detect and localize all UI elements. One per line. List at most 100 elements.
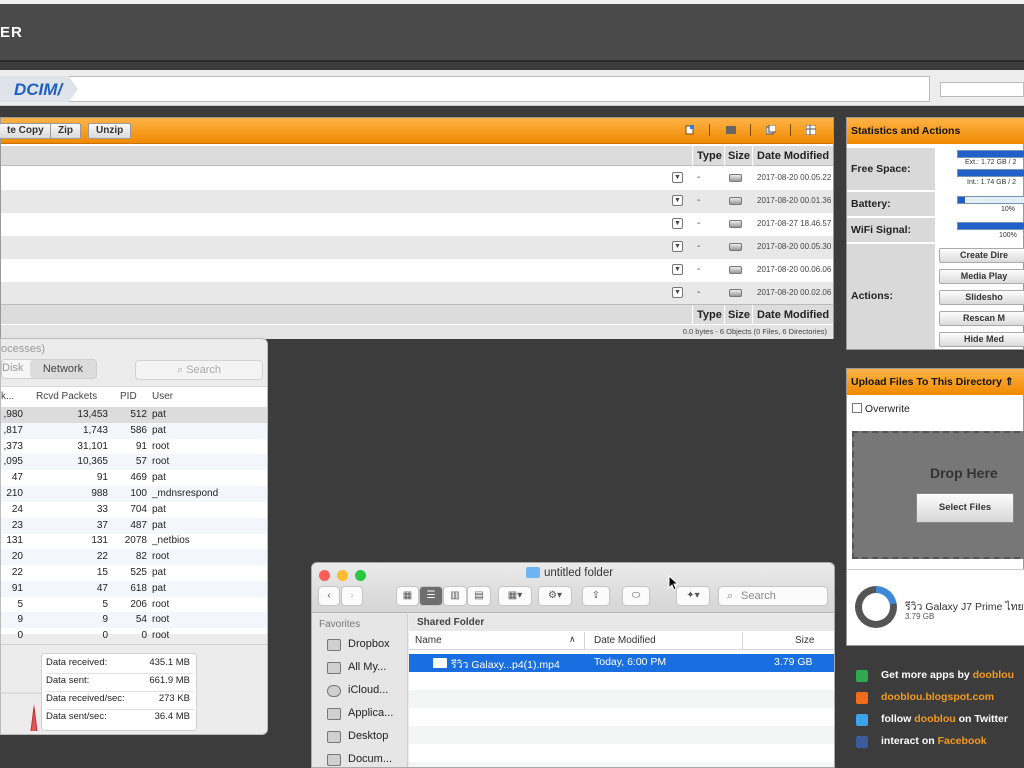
user-cell: root (152, 440, 170, 452)
table-row[interactable]: 22 15 525 pat (1, 565, 267, 581)
unzip-button[interactable]: Unzip (88, 123, 132, 139)
column-view-button[interactable]: ▥ (443, 586, 467, 606)
table-row[interactable]: 91 47 618 pat (1, 580, 267, 597)
table-row[interactable]: 5 5 206 root (1, 597, 267, 613)
date-column-header[interactable]: Date Modified (594, 635, 656, 646)
overwrite-option[interactable]: Overwrite (852, 403, 910, 415)
table-row[interactable]: 9 9 54 root (1, 612, 267, 629)
twitter-icon[interactable] (856, 714, 868, 726)
hide-media-button[interactable]: Hide Med (939, 332, 1024, 347)
breadcrumb-label[interactable]: DCIM/ (14, 80, 62, 100)
sidebar-item-all-my-files[interactable]: All My... (348, 661, 386, 673)
table-row[interactable]: ▼ - 2017-08-20 00.02.06 (1, 282, 833, 305)
sidebar-item-dropbox[interactable]: Dropbox (348, 638, 390, 650)
rcvd-packets-header[interactable]: Rcvd Packets (36, 391, 97, 402)
media-player-button[interactable]: Media Play (939, 269, 1024, 284)
twitter-link[interactable]: follow dooblou on Twitter (881, 713, 1008, 725)
table-row[interactable]: 20 22 82 root (1, 549, 267, 566)
path-input[interactable] (0, 76, 930, 102)
more-apps-link[interactable]: Get more apps by dooblou (881, 669, 1014, 681)
expand-checkbox[interactable]: ▼ (672, 241, 683, 252)
overwrite-checkbox[interactable] (852, 403, 862, 413)
pid-cell: 100 (130, 488, 147, 499)
file-row-selected[interactable]: รีวิว Galaxy...p4(1).mp4 Today, 6:00 PM … (409, 654, 834, 672)
size-column-footer: Size (728, 309, 751, 321)
forward-button[interactable]: › (341, 586, 363, 606)
table-row[interactable]: ▼ - 2017-08-20 00.05.30 (1, 236, 833, 259)
table-row[interactable]: 23 37 487 pat (1, 517, 267, 534)
table-row[interactable]: ,980 13,453 512 pat (1, 407, 267, 423)
row-date: 2017-08-20 00.06.06 (757, 265, 832, 274)
facebook-link[interactable]: interact on Facebook (881, 735, 987, 747)
expand-checkbox[interactable]: ▼ (672, 264, 683, 275)
new-file-icon[interactable] (685, 125, 695, 135)
table-row[interactable]: 131 131 2078 _netbios (1, 533, 267, 549)
tab-disk[interactable]: Disk (2, 362, 23, 374)
minimize-button[interactable] (337, 570, 348, 581)
facebook-icon[interactable] (856, 736, 868, 748)
expand-checkbox[interactable]: ▼ (672, 172, 683, 183)
sidebar-item-documents[interactable]: Docum... (348, 753, 392, 765)
search-input[interactable]: ⌕ Search (135, 360, 263, 380)
arrange-button[interactable]: ▦▾ (498, 586, 532, 606)
tab-network[interactable]: Network (30, 360, 96, 378)
pid-header[interactable]: PID (120, 391, 137, 402)
zoom-button[interactable] (355, 570, 366, 581)
table-row[interactable]: ▼ - 2017-08-20 00.01.36 (1, 190, 833, 213)
rcvd-packets-cell: 9 (102, 614, 108, 626)
list-view-icon[interactable] (726, 125, 736, 135)
grid-view-icon[interactable] (806, 125, 816, 135)
table-row[interactable]: 0 0 0 root (1, 628, 267, 644)
table-row[interactable]: 210 988 100 _mdnsrespond (1, 486, 267, 502)
pid-cell: 54 (135, 614, 147, 626)
gallery-view-button[interactable]: ▤ (467, 586, 491, 606)
blogger-icon[interactable] (856, 692, 868, 704)
tag-button[interactable]: ⬭ (622, 586, 650, 606)
share-button[interactable]: ⇪ (582, 586, 610, 606)
expand-checkbox[interactable]: ▼ (672, 195, 683, 206)
copy-icon[interactable] (766, 125, 776, 135)
empty-row-stripe (409, 762, 834, 767)
paste-copy-button[interactable]: te Copy (0, 123, 52, 139)
table-row[interactable]: ,817 1,743 586 pat (1, 422, 267, 439)
drop-zone[interactable]: Drop Here Select Files (852, 431, 1024, 559)
rcvd-packets-cell: 31,101 (77, 440, 108, 452)
table-row[interactable]: ▼ - 2017-08-27 18.46.57 (1, 213, 833, 236)
size-column-header[interactable]: Size (795, 635, 814, 646)
icon-view-button[interactable]: ▦ (396, 586, 419, 606)
close-button[interactable] (319, 570, 330, 581)
pid-cell: 618 (130, 582, 147, 594)
list-view-button[interactable]: ☰ (419, 586, 443, 606)
table-row[interactable]: ▼ - 2017-08-20 00.06.06 (1, 259, 833, 282)
table-row[interactable]: 24 33 704 pat (1, 502, 267, 518)
create-directory-button[interactable]: Create Dire (939, 248, 1024, 263)
table-row[interactable]: ,373 31,101 91 root (1, 439, 267, 455)
sidebar-item-desktop[interactable]: Desktop (348, 730, 388, 742)
date-column-header[interactable]: Date Modified (757, 150, 829, 162)
back-button[interactable]: ‹ (318, 586, 340, 606)
table-row[interactable]: 47 91 469 pat (1, 470, 267, 486)
table-row[interactable]: ,095 10,365 57 root (1, 454, 267, 471)
select-files-button[interactable]: Select Files (916, 493, 1014, 523)
slideshow-button[interactable]: Slidesho (939, 290, 1024, 305)
action-gear-button[interactable]: ⚙▾ (538, 586, 572, 606)
table-row[interactable]: ▼ - 2017-08-20 00.05.22 (1, 167, 833, 190)
sidebar-item-applications[interactable]: Applica... (348, 707, 393, 719)
google-play-icon[interactable] (856, 670, 868, 682)
row-date: 2017-08-20 00.05.30 (757, 242, 832, 251)
expand-checkbox[interactable]: ▼ (672, 287, 683, 298)
zip-button[interactable]: Zip (50, 123, 81, 139)
sent-packets-header[interactable]: k... (1, 391, 14, 402)
expand-checkbox[interactable]: ▼ (672, 218, 683, 229)
upload-title-text: Upload Files To This Directory (851, 376, 1002, 388)
size-column-header[interactable]: Size (728, 150, 750, 162)
type-column-header[interactable]: Type (697, 150, 722, 162)
dropbox-button[interactable]: ✦▾ (676, 586, 710, 606)
finder-search-input[interactable]: ⌕ Search (718, 586, 828, 606)
path-search-field[interactable] (940, 82, 1024, 97)
name-column-header[interactable]: Name (415, 635, 442, 646)
sidebar-item-icloud[interactable]: iCloud... (348, 684, 388, 696)
rescan-media-button[interactable]: Rescan M (939, 311, 1024, 326)
user-header[interactable]: User (152, 391, 173, 402)
blog-link[interactable]: dooblou.blogspot.com (881, 691, 994, 703)
